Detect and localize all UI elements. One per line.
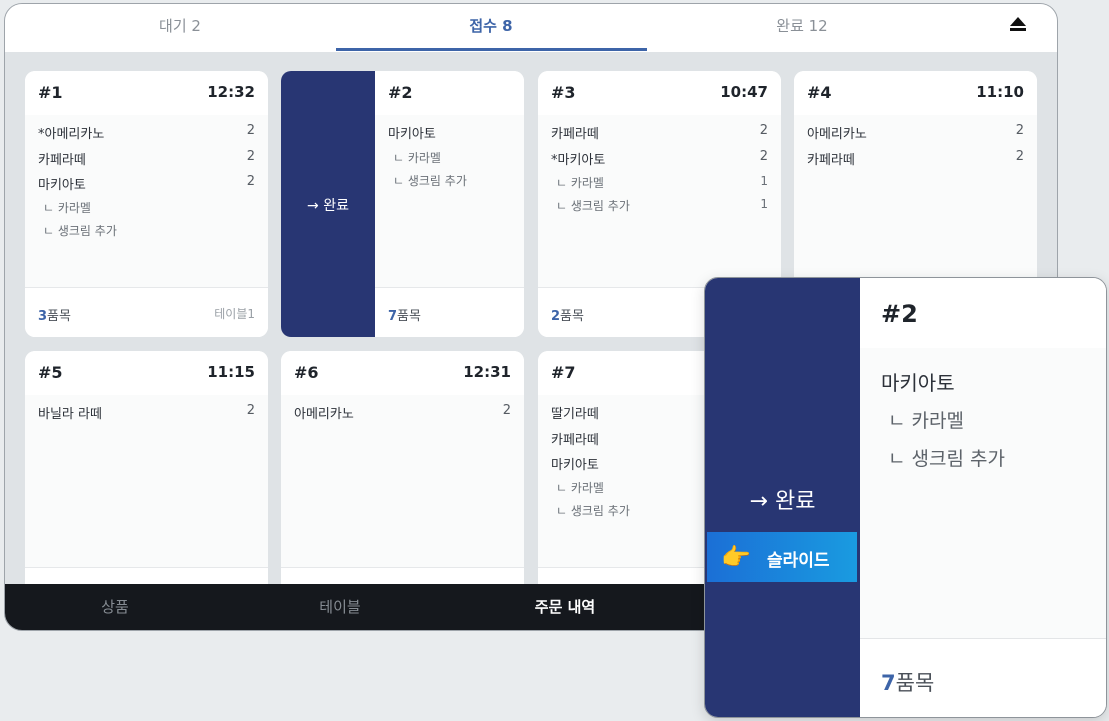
order-number: #7 [551, 363, 576, 382]
order-item: 카페라떼 [551, 433, 599, 448]
order-number: #4 [807, 83, 832, 102]
item-qty: 2 [246, 174, 255, 189]
card-body: 아메리카노 2 [281, 395, 524, 567]
card-body: 마키아토 ㄴ 카라멜 ㄴ 생크림 추가 [375, 115, 524, 287]
card-header: #2 [860, 278, 1106, 348]
item-option: ㄴ 카라멜 [556, 176, 604, 190]
active-tab-indicator [336, 48, 647, 51]
zoomed-order-card[interactable]: → 완료 👉 슬라이드 #2 마키아토 ㄴ 카라멜 ㄴ 생크림 추가 7품목 [704, 277, 1107, 718]
nav-order-history[interactable]: 주문 내역 [455, 584, 675, 630]
item-count: 2품목 [551, 309, 584, 324]
complete-label: → 완료 [307, 198, 349, 214]
nav-products[interactable]: 상품 [5, 584, 225, 630]
order-number: #2 [388, 83, 413, 102]
item-qty: 2 [759, 123, 768, 138]
card-footer: 7품목 [860, 638, 1106, 717]
order-time: 12:31 [463, 363, 511, 381]
card-header: #4 11:10 [794, 71, 1037, 115]
item-count: 7품목 [388, 309, 421, 324]
order-card-6[interactable]: #6 12:31 아메리카노 2 [281, 351, 524, 617]
card-header: #5 11:15 [25, 351, 268, 395]
item-qty: 2 [1015, 123, 1024, 138]
order-item: 딸기라떼 [551, 407, 599, 422]
order-number: #1 [38, 83, 63, 102]
order-time: 10:47 [720, 83, 768, 101]
order-item: 카페라떼 [38, 153, 86, 168]
order-time: 12:32 [207, 83, 255, 101]
table-label: 테이블1 [214, 307, 255, 321]
item-option: ㄴ 생크림 추가 [556, 199, 630, 213]
order-item: 아메리카노 [294, 407, 354, 422]
item-count: 3품목 [38, 309, 71, 324]
order-number: #2 [881, 300, 918, 328]
status-tabs: 대기 2 접수 8 완료 12 [5, 4, 1057, 52]
tab-completed[interactable]: 완료 12 [647, 4, 957, 52]
complete-slide-panel[interactable]: → 완료 [281, 71, 375, 337]
tab-accepted[interactable]: 접수 8 [336, 4, 646, 52]
item-option: ㄴ 생크림 추가 [888, 448, 1005, 470]
slide-hint: 👉 슬라이드 [707, 532, 857, 582]
order-item: 바닐라 라떼 [38, 407, 102, 422]
item-qty: 2 [502, 403, 511, 418]
card-header: #1 12:32 [25, 71, 268, 115]
eject-icon[interactable] [1009, 16, 1027, 34]
order-item: 아메리카노 [807, 127, 867, 142]
item-option: ㄴ 생크림 추가 [556, 504, 630, 518]
order-item: 마키아토 [881, 371, 955, 395]
order-item: *마키아토 [551, 153, 606, 168]
order-time: 11:15 [207, 363, 255, 381]
card-footer: 7품목 [375, 287, 524, 337]
card-body: 바닐라 라떼 2 [25, 395, 268, 567]
item-qty: 2 [246, 149, 255, 164]
option-qty: 1 [760, 197, 768, 211]
card-body: *아메리카노 2 카페라떼 2 마키아토 2 ㄴ 카라멜 ㄴ 생크림 추가 [25, 115, 268, 287]
item-option: ㄴ 카라멜 [556, 481, 604, 495]
item-option: ㄴ 카라멜 [888, 410, 964, 432]
item-count: 7품목 [881, 671, 935, 695]
item-option: ㄴ 생크림 추가 [43, 224, 117, 238]
item-qty: 2 [246, 403, 255, 418]
order-card-5[interactable]: #5 11:15 바닐라 라떼 2 [25, 351, 268, 617]
complete-slide-panel[interactable]: → 완료 👉 슬라이드 [705, 278, 860, 717]
card-header: #6 12:31 [281, 351, 524, 395]
card-body: 카페라떼 2 *마키아토 2 ㄴ 카라멜 1 ㄴ 생크림 추가 1 [538, 115, 781, 287]
order-item: 마키아토 [551, 458, 599, 473]
nav-tables[interactable]: 테이블 [230, 584, 450, 630]
order-item: 마키아토 [38, 178, 86, 193]
item-option: ㄴ 생크림 추가 [393, 174, 467, 188]
item-option: ㄴ 카라멜 [393, 151, 441, 165]
order-time: 11:10 [976, 83, 1024, 101]
item-qty: 2 [1015, 149, 1024, 164]
card-footer: 3품목 테이블1 [25, 287, 268, 337]
pointing-hand-icon: 👉 [721, 543, 751, 571]
card-header: #2 [375, 71, 524, 115]
item-qty: 2 [246, 123, 255, 138]
order-item: *아메리카노 [38, 127, 105, 142]
card-header: #3 10:47 [538, 71, 781, 115]
order-number: #6 [294, 363, 319, 382]
order-card-2[interactable]: → 완료 #2 마키아토 ㄴ 카라멜 ㄴ 생크림 추가 7품목 [281, 71, 524, 337]
card-body: 마키아토 ㄴ 카라멜 ㄴ 생크림 추가 [860, 348, 1106, 638]
order-number: #5 [38, 363, 63, 382]
order-item: 카페라떼 [551, 127, 599, 142]
item-qty: 2 [759, 149, 768, 164]
card-body: 아메리카노 2 카페라떼 2 [794, 115, 1037, 287]
item-option: ㄴ 카라멜 [43, 201, 91, 215]
order-item: 마키아토 [388, 127, 436, 142]
order-number: #3 [551, 83, 576, 102]
tab-waiting[interactable]: 대기 2 [25, 4, 335, 52]
order-card-1[interactable]: #1 12:32 *아메리카노 2 카페라떼 2 마키아토 2 ㄴ 카라멜 ㄴ … [25, 71, 268, 337]
slide-hint-label: 슬라이드 [767, 551, 830, 571]
order-item: 카페라떼 [807, 153, 855, 168]
complete-label: → 완료 [749, 489, 816, 514]
option-qty: 1 [760, 174, 768, 188]
